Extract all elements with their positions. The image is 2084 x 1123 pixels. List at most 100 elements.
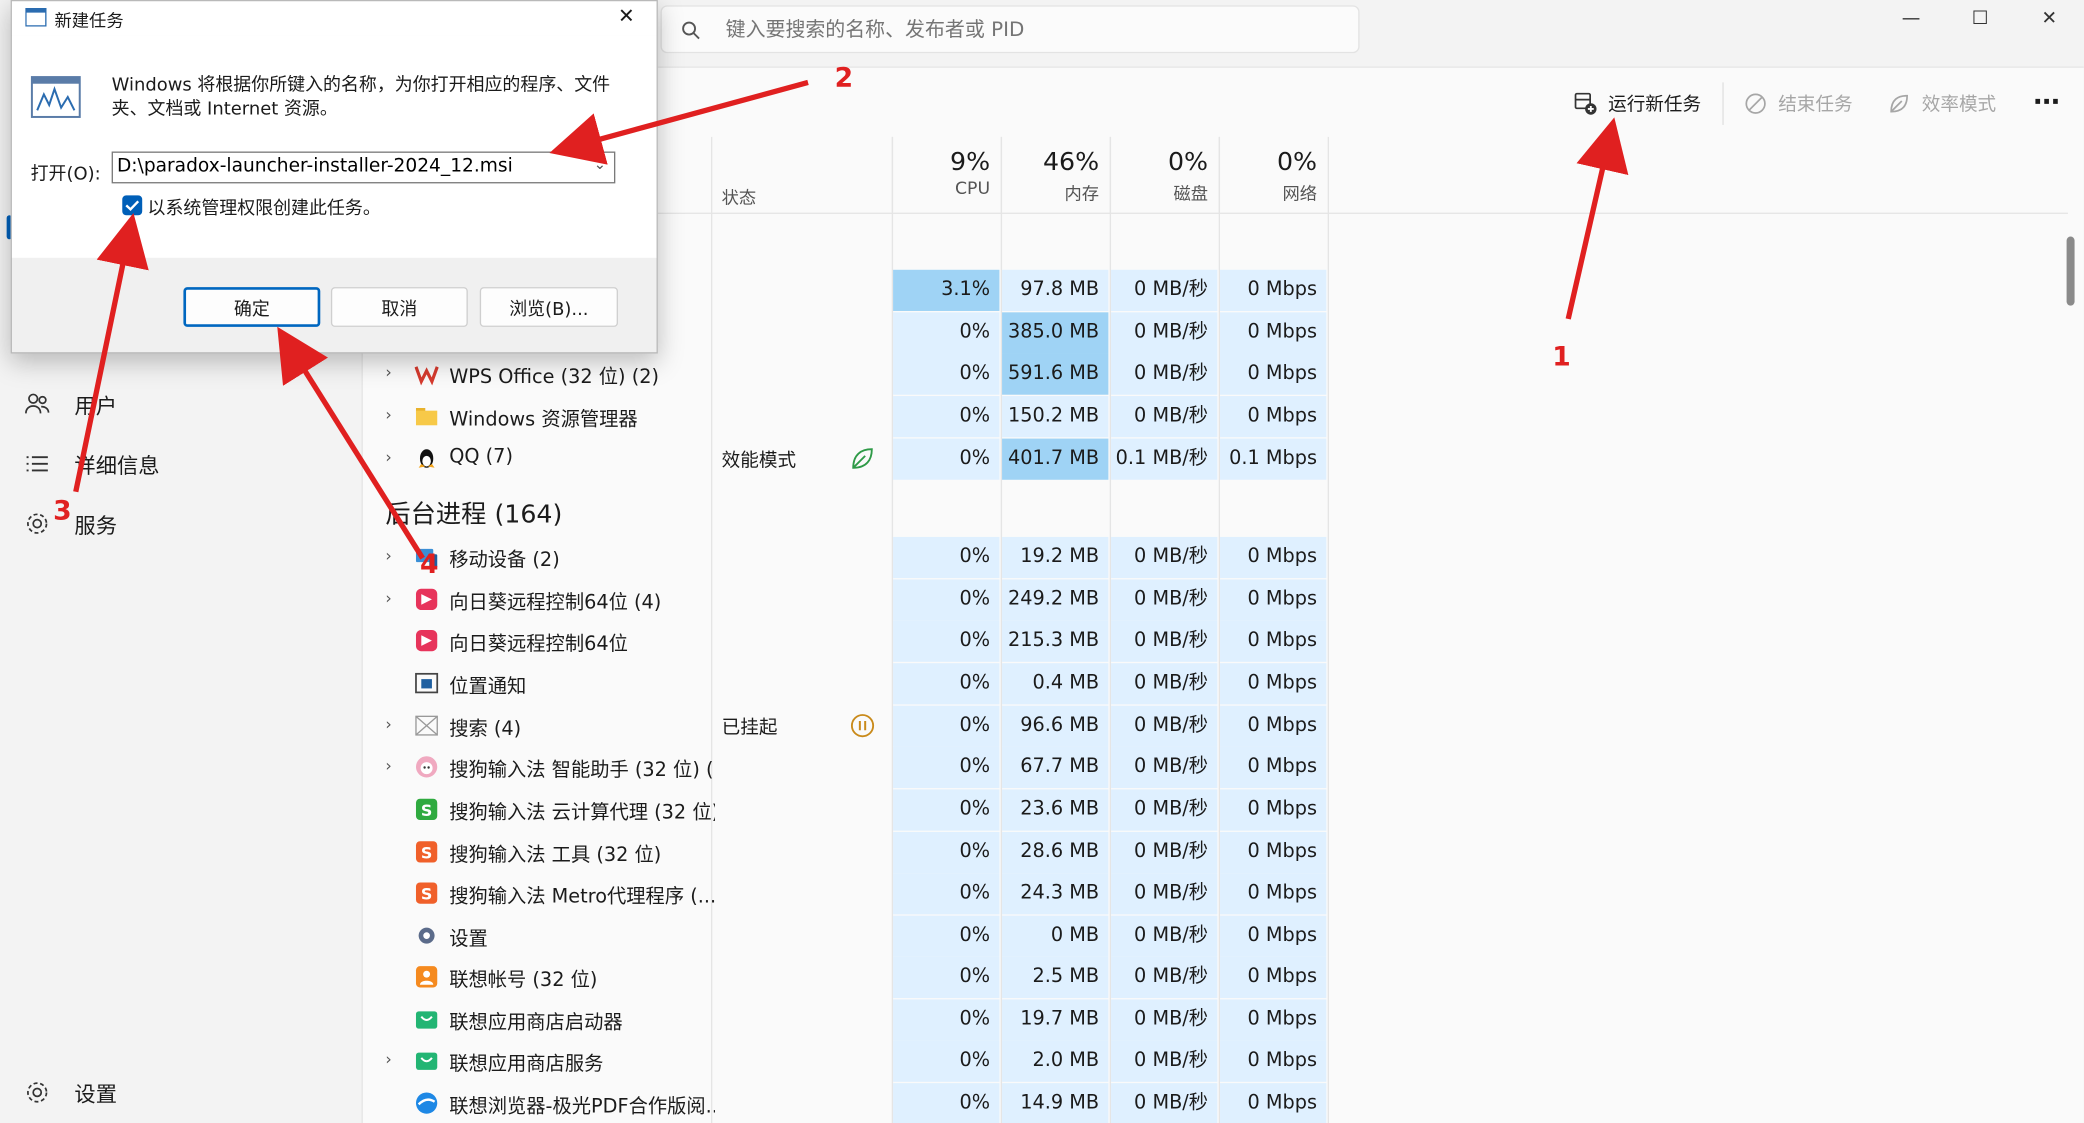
lenovo-store-icon xyxy=(415,1011,438,1029)
search-box[interactable] xyxy=(660,5,1360,54)
sidebar-item-details[interactable]: 详细信息 xyxy=(24,443,160,486)
memory-cell: 0.4 MB xyxy=(1002,663,1109,705)
process-name: 位置通知 xyxy=(449,676,527,698)
expand-chevron-icon[interactable]: › xyxy=(385,363,391,382)
column-header-cpu[interactable]: 9% CPU xyxy=(891,136,1001,213)
cpu-cell: 0% xyxy=(893,1083,1000,1123)
admin-checkbox[interactable] xyxy=(122,195,143,216)
dialog-title: 新建任务 xyxy=(54,11,124,32)
table-row[interactable]: S 搜狗输入法 Metro代理程序 (... 0% 24.3 MB 0 MB/秒… xyxy=(361,873,1331,915)
disk-cell: 0 MB/秒 xyxy=(1111,536,1218,579)
run-new-task-icon xyxy=(1574,92,1597,115)
disk-cell: 0 MB/秒 xyxy=(1111,620,1218,662)
table-row[interactable]: 向日葵远程控制64位 0% 215.3 MB 0 MB/秒 0 Mbps xyxy=(361,620,1331,662)
network-cell: 0 Mbps xyxy=(1220,620,1327,662)
expand-chevron-icon[interactable]: › xyxy=(385,546,391,565)
ok-button[interactable]: 确定 xyxy=(183,287,321,327)
maximize-button[interactable]: ☐ xyxy=(1946,0,2015,37)
process-name: 搜狗输入法 Metro代理程序 (... xyxy=(449,886,716,908)
network-cell: 0 Mbps xyxy=(1220,353,1327,395)
end-task-button[interactable]: 结束任务 xyxy=(1744,90,1853,117)
table-row[interactable]: S 搜狗输入法 云计算代理 (32 位) 0% 23.6 MB 0 MB/秒 0… xyxy=(361,789,1331,831)
expand-chevron-icon[interactable]: › xyxy=(385,589,391,608)
memory-cell: 96.6 MB xyxy=(1002,705,1109,747)
table-row[interactable]: 位置通知 0% 0.4 MB 0 MB/秒 0 Mbps xyxy=(361,663,1331,705)
svg-text:S: S xyxy=(421,885,432,904)
memory-cell: 2.0 MB xyxy=(1002,1040,1109,1082)
disk-cell: 0 MB/秒 xyxy=(1111,831,1218,874)
table-row[interactable]: › 搜索 (4) 已挂起 0% 96.6 MB 0 MB/秒 0 Mbps xyxy=(361,705,1331,747)
sidebar-item-users[interactable]: 用户 xyxy=(24,383,117,426)
annotation-label-1: 1 xyxy=(1552,340,1571,373)
expand-chevron-icon[interactable]: › xyxy=(385,715,391,734)
table-row[interactable]: › 向日葵远程控制64位 (4) 0% 249.2 MB 0 MB/秒 0 Mb… xyxy=(361,579,1331,621)
process-name: 联想应用商店服务 xyxy=(449,1053,604,1076)
search-input[interactable] xyxy=(725,14,1337,44)
cancel-button[interactable]: 取消 xyxy=(330,287,468,327)
cpu-cell: 0% xyxy=(893,353,1000,395)
network-cell: 0 Mbps xyxy=(1220,1040,1327,1082)
table-row[interactable]: › QQ (7) 效能模式 0% 401.7 MB 0.1 MB/秒 0.1 M… xyxy=(361,438,1331,480)
open-label: 打开(O): xyxy=(30,163,101,185)
memory-cell: 19.2 MB xyxy=(1002,536,1109,579)
table-row[interactable]: › 移动设备 (2) 0% 19.2 MB 0 MB/秒 0 Mbps xyxy=(361,536,1331,579)
cpu-cell: 0% xyxy=(893,789,1000,831)
process-name: Windows 资源管理器 xyxy=(449,409,638,431)
process-name: 联想应用商店启动器 xyxy=(449,1012,623,1034)
column-header-status[interactable]: 状态 xyxy=(722,183,757,209)
network-cell: 0 Mbps xyxy=(1220,956,1327,999)
run-new-task-button[interactable]: 运行新任务 xyxy=(1574,90,1702,117)
process-name: 搜狗输入法 工具 (32 位) xyxy=(449,845,662,867)
cpu-cell: 0% xyxy=(893,873,1000,915)
table-row[interactable]: 设置 0% 0 MB 0 MB/秒 0 Mbps xyxy=(361,915,1331,957)
expand-chevron-icon[interactable]: › xyxy=(385,448,391,467)
open-combobox[interactable]: ⌄ xyxy=(111,151,616,184)
expand-chevron-icon[interactable]: › xyxy=(385,1050,391,1069)
admin-checkbox-label[interactable]: 以系统管理权限创建此任务。 xyxy=(148,193,381,219)
memory-cell: 249.2 MB xyxy=(1002,579,1109,621)
network-cell: 0 Mbps xyxy=(1220,396,1327,438)
table-row[interactable]: 联想浏览器-极光PDF合作版阅... 0% 14.9 MB 0 MB/秒 0 M… xyxy=(361,1083,1331,1123)
open-input[interactable] xyxy=(116,155,583,177)
vertical-scrollbar[interactable] xyxy=(2066,236,2075,306)
chevron-down-icon[interactable]: ⌄ xyxy=(594,155,606,172)
network-cell: 0 Mbps xyxy=(1220,579,1327,621)
table-row[interactable]: › 搜狗输入法 智能助手 (32 位) (... 0% 67.7 MB 0 MB… xyxy=(361,746,1331,789)
efficiency-mode-button[interactable]: 效率模式 xyxy=(1887,90,1996,117)
process-name: 联想帐号 (32 位) xyxy=(449,970,598,992)
suspended-pause-icon xyxy=(850,714,875,738)
process-name: 搜索 (4) xyxy=(449,718,522,741)
disk-cell: 0 MB/秒 xyxy=(1111,312,1218,354)
memory-cell: 14.9 MB xyxy=(1002,1083,1109,1123)
process-name: 向日葵远程控制64位 xyxy=(449,633,628,656)
sogou-assistant-icon xyxy=(415,756,438,778)
lenovo-store-service-icon xyxy=(415,1052,438,1070)
browse-button[interactable]: 浏览(B)... xyxy=(479,287,618,327)
cpu-cell: 0% xyxy=(893,999,1000,1041)
table-row[interactable]: 联想应用商店启动器 0% 19.7 MB 0 MB/秒 0 Mbps xyxy=(361,999,1331,1041)
table-row[interactable]: 联想帐号 (32 位) 0% 2.5 MB 0 MB/秒 0 Mbps xyxy=(361,956,1331,999)
column-header-disk[interactable]: 0% 磁盘 xyxy=(1109,136,1219,213)
column-header-memory[interactable]: 46% 内存 xyxy=(1000,136,1110,213)
memory-cell: 24.3 MB xyxy=(1002,873,1109,915)
expand-chevron-icon[interactable]: › xyxy=(385,756,391,775)
disk-cell: 0 MB/秒 xyxy=(1111,579,1218,621)
column-header-network[interactable]: 0% 网络 xyxy=(1218,136,1328,213)
run-new-task-label: 运行新任务 xyxy=(1608,94,1702,116)
minimize-button[interactable]: — xyxy=(1877,0,1946,37)
network-cell: 0 Mbps xyxy=(1220,746,1327,789)
table-row[interactable]: › Windows 资源管理器 0% 150.2 MB 0 MB/秒 0 Mbp… xyxy=(361,396,1331,438)
expand-chevron-icon[interactable]: › xyxy=(385,405,391,424)
task-manager-window: — ☐ ✕ 用户 详细信息 服务 设置 运行新任务 结束任务 效率模式 ⋯ xyxy=(0,0,2084,1123)
dialog-close-button[interactable]: ✕ xyxy=(618,4,635,28)
cpu-cell: 0% xyxy=(893,956,1000,999)
sogou-cloud-icon: S xyxy=(415,798,438,820)
settings-gear-icon xyxy=(27,1082,48,1103)
table-row[interactable]: › WPS Office (32 位) (2) 0% 591.6 MB 0 MB… xyxy=(361,353,1331,395)
more-options-button[interactable]: ⋯ xyxy=(2033,85,2060,117)
disk-cell: 0 MB/秒 xyxy=(1111,915,1218,957)
sidebar-item-settings[interactable]: 设置 xyxy=(24,1071,117,1114)
close-button[interactable]: ✕ xyxy=(2015,0,2084,37)
table-row[interactable]: › 联想应用商店服务 0% 2.0 MB 0 MB/秒 0 Mbps xyxy=(361,1040,1331,1082)
table-row[interactable]: S 搜狗输入法 工具 (32 位) 0% 28.6 MB 0 MB/秒 0 Mb… xyxy=(361,831,1331,874)
